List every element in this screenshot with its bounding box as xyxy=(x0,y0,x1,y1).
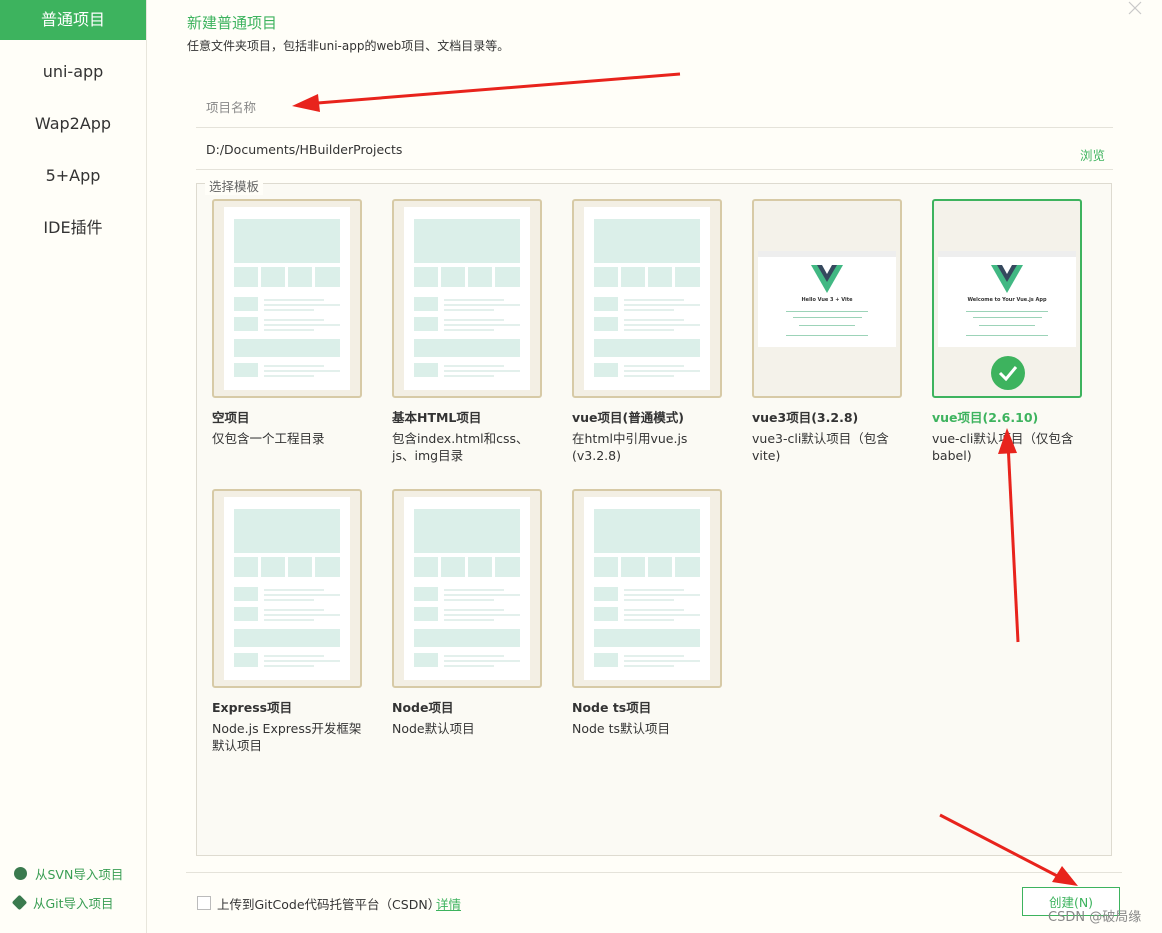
vue-logo-icon xyxy=(811,265,843,293)
nav-item-normal-project[interactable]: 普通项目 xyxy=(0,0,146,40)
nav-item-uni-app[interactable]: uni-app xyxy=(0,52,146,92)
template-name: vue3项目(3.2.8) xyxy=(752,410,859,425)
project-name-field xyxy=(196,87,1113,128)
template-name: Node ts项目 xyxy=(572,700,652,715)
vue-logo-icon xyxy=(991,265,1023,293)
arrow-head-create xyxy=(1052,866,1078,886)
template-card[interactable]: Welcome to Your Vue.js App vue项目(2.6.10) v… xyxy=(932,199,1082,464)
close-icon[interactable] xyxy=(1127,0,1145,18)
template-desc: 仅包含一个工程目录 xyxy=(212,431,325,446)
template-thumbnail xyxy=(212,489,362,688)
template-name: vue项目(2.6.10) xyxy=(932,410,1039,425)
import-git-label: 从Git导入项目 xyxy=(33,896,114,911)
template-desc: 包含index.html和css、js、img目录 xyxy=(392,431,529,463)
project-path-field: 浏览 xyxy=(196,129,1113,170)
sidebar: 普通项目 uni-app Wap2App 5+App IDE插件 从SVN导入项… xyxy=(0,0,147,933)
template-legend: 选择模板 xyxy=(205,176,264,195)
template-desc: vue3-cli默认项目（包含vite) xyxy=(752,431,889,463)
browse-button[interactable]: 浏览 xyxy=(1080,145,1105,164)
template-card[interactable]: 空项目仅包含一个工程目录 xyxy=(212,199,362,447)
template-desc: Node.js Express开发框架默认项目 xyxy=(212,721,362,753)
template-desc: Node默认项目 xyxy=(392,721,475,736)
vue-preview-heading: Hello Vue 3 + Vite xyxy=(801,297,853,303)
vue-preview-heading: Welcome to Your Vue.js App xyxy=(967,297,1047,303)
nav-item-wap2app[interactable]: Wap2App xyxy=(0,104,146,144)
dialog-title: 新建普通项目 xyxy=(187,14,278,32)
template-thumbnail: Welcome to Your Vue.js App xyxy=(932,199,1082,398)
import-git-link[interactable]: 从Git导入项目 xyxy=(11,893,114,912)
template-desc: 在html中引用vue.js (v3.2.8) xyxy=(572,431,688,463)
footer-divider xyxy=(186,872,1122,873)
template-card[interactable]: Hello Vue 3 + Vite vue3项目(3.2.8) vue3-cli默… xyxy=(752,199,902,464)
template-thumbnail: Hello Vue 3 + Vite xyxy=(752,199,902,398)
svn-icon xyxy=(14,867,27,880)
template-card[interactable]: Express项目 Node.js Express开发框架默认项目 xyxy=(212,489,362,754)
project-path-input[interactable] xyxy=(204,141,1028,158)
template-name: vue项目(普通模式) xyxy=(572,410,684,425)
template-card[interactable]: Node ts项目 Node ts默认项目 xyxy=(572,489,722,737)
template-thumbnail xyxy=(212,199,362,398)
template-name: Node项目 xyxy=(392,700,454,715)
nav-item-ide-plugin[interactable]: IDE插件 xyxy=(0,208,146,248)
template-card[interactable]: vue项目(普通模式) 在html中引用vue.js (v3.2.8) xyxy=(572,199,722,464)
upload-checkbox[interactable] xyxy=(197,896,211,910)
template-name: Express项目 xyxy=(212,700,293,715)
upload-checkbox-label: 上传到GitCode代码托管平台（CSDN） xyxy=(217,897,441,912)
template-desc: vue-cli默认项目（仅包含babel) xyxy=(932,431,1074,463)
detail-link[interactable]: 详情 xyxy=(436,894,461,913)
watermark: CSDN @破局缘 xyxy=(1048,910,1142,925)
template-desc: Node ts默认项目 xyxy=(572,721,671,736)
template-name: 基本HTML项目 xyxy=(392,410,482,425)
dialog-subtitle: 任意文件夹项目，包括非uni-app的web项目、文档目录等。 xyxy=(187,39,510,53)
import-svn-link[interactable]: 从SVN导入项目 xyxy=(14,864,123,883)
template-card[interactable]: 基本HTML项目包含index.html和css、js、img目录 xyxy=(392,199,542,464)
template-thumbnail xyxy=(572,199,722,398)
project-name-input[interactable] xyxy=(204,99,1028,116)
template-thumbnail xyxy=(392,199,542,398)
git-icon xyxy=(11,894,28,911)
nav-item-5plus-app[interactable]: 5+App xyxy=(0,156,146,196)
template-name: 空项目 xyxy=(212,410,250,425)
import-svn-label: 从SVN导入项目 xyxy=(35,867,124,882)
template-thumbnail xyxy=(572,489,722,688)
template-card[interactable]: Node项目 Node默认项目 xyxy=(392,489,542,737)
template-thumbnail xyxy=(392,489,542,688)
selected-check-icon xyxy=(991,356,1025,390)
